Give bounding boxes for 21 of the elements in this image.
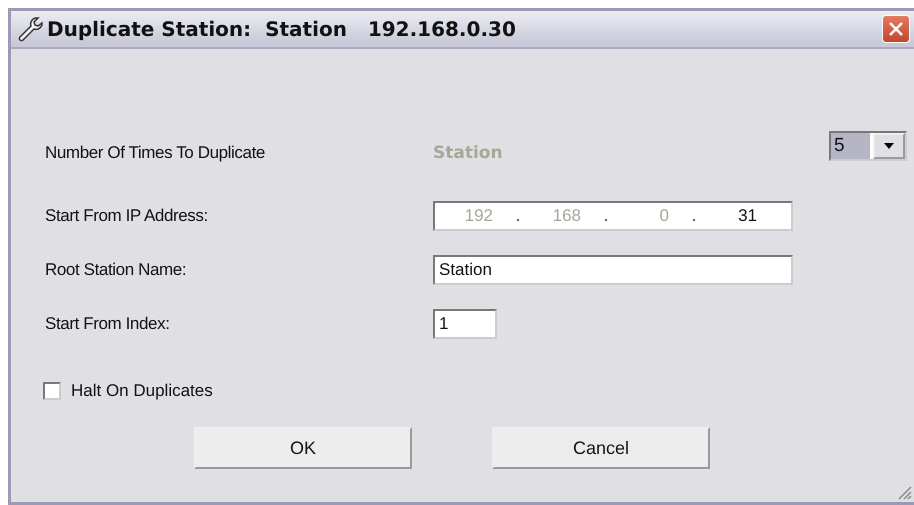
close-icon <box>887 20 905 38</box>
ip-octet: 168 <box>552 206 581 226</box>
station-name-field[interactable]: Station <box>433 255 793 285</box>
index-field[interactable]: 1 <box>433 309 497 339</box>
close-button[interactable] <box>882 15 910 43</box>
wrench-icon <box>17 16 43 42</box>
field-label: Number Of Times To Duplicate <box>45 143 266 164</box>
ip-octet: 0 <box>658 206 669 226</box>
count-dropdown[interactable]: 5 <box>829 131 907 161</box>
resize-grip-icon[interactable] <box>896 484 912 500</box>
ip-octet: 31 <box>737 206 757 226</box>
field-label: Root Station Name: <box>45 260 188 280</box>
window-title: Duplicate Station: Station 192.168.0.30 <box>47 17 517 41</box>
cancel-button[interactable]: Cancel <box>492 427 710 469</box>
checkbox-label[interactable]: Halt On Duplicates <box>71 381 213 401</box>
ok-button[interactable]: OK <box>194 427 412 469</box>
station-hint: Station <box>433 143 504 163</box>
checkbox[interactable] <box>43 382 61 400</box>
field-label: Start From IP Address: <box>45 206 209 226</box>
field-label: Start From Index: <box>45 314 171 334</box>
ip-octet: 192 <box>464 206 493 226</box>
